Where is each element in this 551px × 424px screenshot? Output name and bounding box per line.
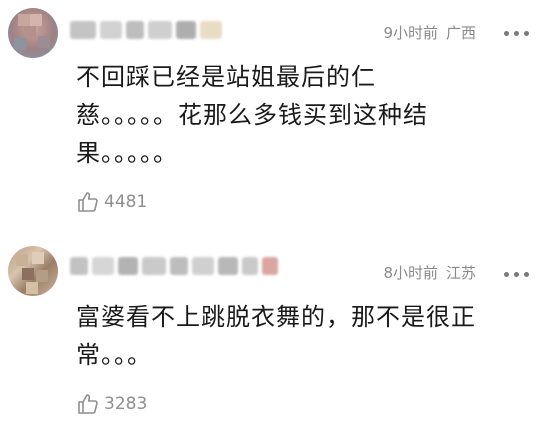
like-count: 4481: [104, 192, 148, 212]
comment-item: 8小时前 江苏 富婆看不上跳脱衣舞的，那不是很正 常。。。 3283: [0, 226, 551, 424]
comment-time: 9小时前: [383, 24, 438, 42]
like-button[interactable]: 4481: [76, 190, 147, 214]
comment-meta: 9小时前 广西: [383, 22, 476, 43]
comment-location: 江苏: [445, 264, 476, 282]
thumbs-up-icon: [76, 392, 100, 416]
more-options-icon[interactable]: [504, 272, 529, 277]
comment-meta: 8小时前 江苏: [383, 262, 476, 283]
like-button[interactable]: 3283: [76, 392, 147, 416]
like-count: 3283: [104, 394, 148, 414]
more-options-icon[interactable]: [504, 31, 529, 36]
comment-location: 广西: [445, 24, 476, 42]
avatar[interactable]: [8, 246, 58, 296]
thumbs-up-icon: [76, 190, 100, 214]
avatar[interactable]: [8, 8, 58, 58]
comment-text: 不回踩已经是站姐最后的仁 慈。。。。。花那么多钱买到这种结 果。。。。。: [76, 63, 428, 167]
comment-time: 8小时前: [383, 264, 438, 282]
comment-item: 9小时前 广西 不回踩已经是站姐最后的仁 慈。。。。。花那么多钱买到这种结 果。…: [0, 0, 551, 226]
comment-text: 富婆看不上跳脱衣舞的，那不是很正 常。。。: [76, 303, 476, 369]
username-obscured[interactable]: [70, 254, 282, 278]
username-obscured[interactable]: [70, 18, 226, 42]
